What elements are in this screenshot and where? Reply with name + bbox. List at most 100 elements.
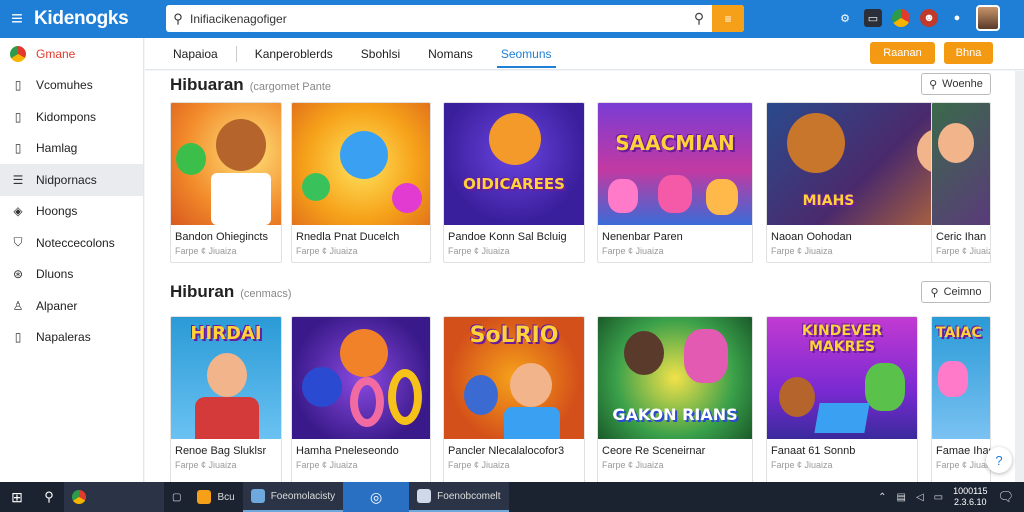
game-subtitle: Farpe ¢ Jiuaiza [448,460,510,470]
menu-icon[interactable]: ≡ [0,0,34,38]
cat-shape [340,329,388,377]
game-art-text: OIDICAREES [463,175,565,193]
tab-sbohlsi[interactable]: Sbohlsi [347,38,414,70]
game-subtitle: Farpe ¢ Jiuaiza [296,246,358,256]
ball-shape [302,173,330,201]
creature-shape [464,375,498,415]
monitor-icon[interactable]: ▭ [864,9,882,27]
search-icon[interactable]: ⚲ [34,482,64,512]
sidebar-item-dluons[interactable]: ⊛ Dluons [0,259,143,291]
scrollbar[interactable] [1015,71,1024,482]
edge-icon: ◎ [370,488,383,505]
document-icon: ▯ [14,78,22,93]
game-card[interactable]: Rnedla Pnat Ducelch Farpe ¢ Jiuaiza [291,102,431,263]
sidebar-item-noteccecolons[interactable]: ⛉ Noteccecolons [0,227,143,259]
boy-body-shape [504,407,560,439]
game-card[interactable]: GAKON RIANS Ceore Re Sceneirnar Farpe ¢ … [597,316,753,482]
google-icon [10,45,26,62]
game-card[interactable]: TAIAC Famae Ihas Farpe ¢ Jiuaiza [931,316,991,482]
taskbar-edge[interactable]: ◎ [343,482,410,512]
sidebar-item-label: Napaleras [36,330,91,345]
settings-icon[interactable]: ⚙ [836,9,854,27]
taskbar-chrome[interactable] [64,482,164,512]
section-more-button[interactable]: ⚲ Ceimno [921,281,991,303]
sidebar-item-label: Alpaner [36,298,78,313]
game-card[interactable]: SoLRIO Pancler Nlecalalocofor3 Farpe ¢ J… [443,316,585,482]
network-icon[interactable]: ▤ [897,492,906,503]
chevron-up-icon[interactable]: ⌃ [878,492,886,503]
game-title: Ceore Re Sceneirnar [602,445,706,457]
game-subtitle: Farpe ¢ Jiuaiza [602,460,664,470]
taskbar-app-2[interactable]: Foeomolacisty [242,482,344,512]
game-icon: ⊛ [12,267,24,282]
app-icon [197,490,212,504]
top-icons: ⚙ ▭ ☻ ● [836,5,1000,31]
secondary-header-button[interactable]: Bhna [944,42,993,64]
sidebar-item-gmane[interactable]: Gmane [0,38,143,70]
game-subtitle: Farpe ¢ Jiuaiza [296,460,358,470]
sidebar-item-alpaner[interactable]: ♙ Alpaner [0,290,143,322]
creature-shape [608,179,638,213]
sidebar-item-label: Nidpornacs [36,172,97,187]
volume-icon[interactable]: ◁ [916,492,924,503]
help-icon[interactable]: ? [986,447,1012,473]
section-title: Hiburan [170,282,235,301]
battery-icon[interactable]: ▭ [934,492,943,503]
game-card[interactable]: Ceric Ihan Farpe ¢ Jiuaiza [931,102,991,263]
ball-shape [302,367,342,407]
clock[interactable]: 1000115 2.3.6.10 [953,486,987,508]
game-art-text: TAIAC [936,325,982,341]
sidebar-item-nidpornacs[interactable]: ☰ Nidpornacs [0,164,143,196]
system-tray: ⌃ ▤ ◁ ▭ 1000115 2.3.6.10 🗨 [878,482,1014,512]
sidebar-item-napaleras[interactable]: ▯ Napaleras [0,322,143,354]
taskbar-app-3[interactable]: Foenobcomelt [409,482,509,512]
game-thumbnail: GAKON RIANS [598,317,752,439]
game-thumbnail [171,103,281,225]
avatar[interactable] [976,5,1000,31]
bear-shape [779,377,815,417]
game-card[interactable]: SAACMIAN Nenenbar Paren Farpe ¢ Jiuaiza [597,102,753,263]
game-card[interactable]: Bandon Ohiegincts Farpe ¢ Jiuaiza [170,102,282,263]
search-bar: ⚲ ⚲ ≡ [166,5,744,32]
sidebar-item-vcomuhes[interactable]: ▯ Vcomuhes [0,70,143,102]
game-card[interactable]: OIDICAREES Pandoe Konn Sal Bcluig Farpe … [443,102,585,263]
taskbar-app-1[interactable]: Bcu [189,482,242,512]
search-input[interactable] [190,5,686,32]
clock-date: 2.3.6.10 [954,497,987,507]
primary-header-button[interactable]: Raanan [870,42,935,64]
sidebar-item-hamlag[interactable]: ▯ Hamlag [0,133,143,165]
game-title: Pancler Nlecalalocofor3 [448,445,565,457]
game-card[interactable]: KINDEVER MAKRES Fanaat 61 Sonnb Farpe ¢ … [766,316,918,482]
tab-napaioa[interactable]: Napaioa [145,38,232,70]
bear-shape [216,119,266,171]
game-card[interactable]: Hamha Pneleseondo Farpe ¢ Jiuaiza [291,316,431,482]
game-title: Rnedla Pnat Ducelch [296,231,400,243]
section-header: Hibuaran (cargomet Pante [170,75,331,95]
bell-icon[interactable]: ● [948,9,966,27]
tab-nomans[interactable]: Nomans [414,38,487,70]
notification-icon[interactable]: 🗨 [997,489,1014,505]
ring-shape [350,377,384,427]
game-card[interactable]: HIRDAI Renoe Bag Sluklsr Farpe ¢ Jiuaiza [170,316,282,482]
tabs-row: Napaioa Kanperoblerds Sbohlsi Nomans Seo… [145,38,1024,70]
creature-shape [684,329,728,383]
sidebar-item-hoongs[interactable]: ◈ Hoongs [0,196,143,228]
game-subtitle: Farpe ¢ Jiuaiza [175,246,237,256]
section-more-button[interactable]: ⚲ Woenhe [921,73,991,95]
taskbar-task-view[interactable]: ▢ [164,482,189,512]
windows-start-icon[interactable]: ⊞ [0,482,34,512]
search-button[interactable]: ≡ [712,5,744,32]
sidebar-item-kidompons[interactable]: ▯ Kidompons [0,101,143,133]
tab-kanperoblerds[interactable]: Kanperoblerds [241,38,347,70]
block-shape [814,403,870,433]
app-icon [417,489,432,503]
profile-icon[interactable]: ☻ [920,9,938,27]
creature-shape [865,363,905,411]
chrome-icon[interactable] [892,9,910,27]
search-icon[interactable]: ⚲ [686,10,712,27]
app-brand[interactable]: Kidenogks [34,8,164,30]
section-button-label: Ceimno [943,286,982,298]
tab-seomuns[interactable]: Seomuns [487,38,566,70]
game-title: Famae Ihas [936,445,990,457]
sidebar-item-label: Kidompons [36,109,97,124]
